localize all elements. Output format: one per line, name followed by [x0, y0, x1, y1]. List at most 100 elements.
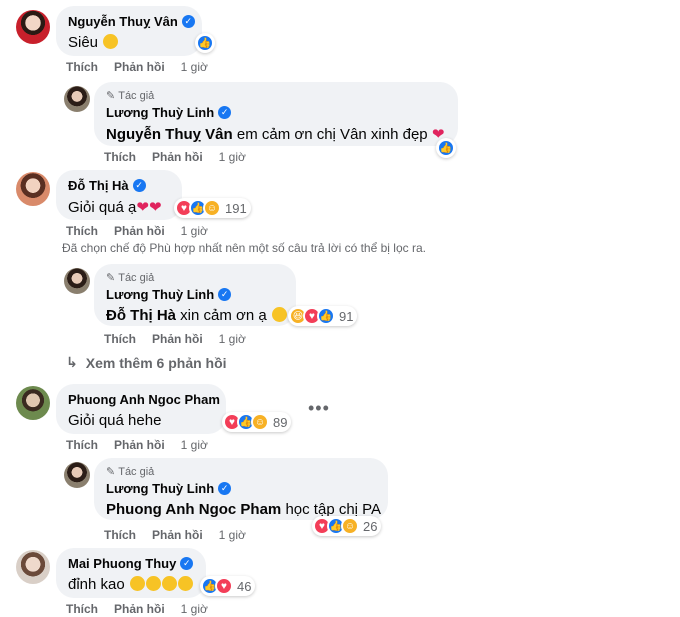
- comment-text: Giỏi quá ạ❤❤: [68, 199, 162, 216]
- comment-time[interactable]: 1 giờ: [219, 332, 246, 346]
- verified-badge-icon: ✓: [218, 482, 232, 495]
- commenter-name[interactable]: Đỗ Thị Hà ✓: [68, 178, 146, 193]
- comment-actions: Thích Phản hồi 1 giờ: [66, 438, 208, 452]
- reaction-count: 191: [225, 200, 247, 216]
- author-badge: ✎ Tác giả: [106, 465, 155, 479]
- commenter-name[interactable]: Mai Phuong Thuy ✓: [68, 556, 194, 571]
- like-button[interactable]: Thích: [66, 60, 98, 74]
- reaction-summary[interactable]: 👍: [195, 33, 215, 53]
- like-button[interactable]: Thích: [104, 332, 136, 346]
- emoji-smiling-hearts-icon: [103, 34, 119, 49]
- care-reaction-icon: ☺: [251, 413, 269, 431]
- comment-time[interactable]: 1 giờ: [181, 438, 208, 452]
- emoji-heart-eyes-icon: [161, 576, 177, 591]
- reply-arrow-icon: ↳: [66, 354, 78, 370]
- avatar[interactable]: [64, 86, 90, 112]
- reaction-count: 91: [339, 308, 354, 324]
- like-button[interactable]: Thích: [104, 528, 136, 542]
- comment-text: Nguyễn Thuỵ Vân em cảm ơn chị Vân xinh đ…: [106, 126, 445, 143]
- reply-button[interactable]: Phản hồi: [152, 332, 203, 346]
- reaction-summary[interactable]: 👍: [436, 138, 456, 158]
- comment-time[interactable]: 1 giờ: [181, 602, 208, 616]
- like-reaction-icon: 👍: [437, 139, 455, 157]
- comment-time[interactable]: 1 giờ: [219, 150, 246, 164]
- avatar[interactable]: [16, 386, 50, 420]
- mention-tag[interactable]: Phuong Anh Ngoc Pham: [106, 501, 281, 518]
- reaction-summary[interactable]: 👍 ♥ 46: [200, 576, 256, 596]
- heart-emoji-icon: ❤: [148, 199, 162, 216]
- like-button[interactable]: Thích: [66, 438, 98, 452]
- reaction-summary[interactable]: ♥ 👍 ☺ 89: [222, 412, 292, 432]
- commenter-name[interactable]: Phuong Anh Ngoc Pham: [68, 392, 220, 407]
- author-badge: ✎ Tác giả: [106, 271, 155, 285]
- care-reaction-icon: ☺: [203, 199, 221, 217]
- more-options-icon[interactable]: •••: [308, 398, 330, 419]
- reply-button[interactable]: Phản hồi: [114, 602, 165, 616]
- pencil-icon: ✎: [106, 272, 116, 284]
- commenter-name[interactable]: Nguyễn Thuỵ Vân ✓: [68, 14, 195, 29]
- reaction-count: 46: [237, 578, 252, 594]
- care-reaction-icon: ☺: [341, 517, 359, 535]
- verified-badge-icon: ✓: [218, 106, 232, 119]
- reply-button[interactable]: Phản hồi: [114, 224, 165, 238]
- reply-actions: Thích Phản hồi 1 giờ: [104, 150, 246, 164]
- verified-badge-icon: ✓: [181, 15, 195, 28]
- commenter-name[interactable]: Lương Thuỳ Linh ✓: [106, 287, 232, 302]
- emoji-sunglasses-icon: [145, 576, 161, 591]
- author-badge: ✎ Tác giả: [106, 89, 155, 103]
- emoji-heart-eyes-icon: [271, 307, 287, 322]
- love-reaction-icon: ♥: [215, 577, 233, 595]
- commenter-name[interactable]: Lương Thuỳ Linh ✓: [106, 481, 232, 496]
- pencil-icon: ✎: [106, 466, 116, 478]
- reply-button[interactable]: Phản hồi: [152, 150, 203, 164]
- comment-actions: Thích Phản hồi 1 giờ: [66, 224, 208, 238]
- avatar[interactable]: [16, 10, 50, 44]
- commenter-name[interactable]: Lương Thuỳ Linh ✓: [106, 105, 232, 120]
- comment-time[interactable]: 1 giờ: [219, 528, 246, 542]
- emoji-sunglasses-icon: [129, 576, 145, 591]
- reply-bubble: ✎ Tác giả Lương Thuỳ Linh ✓ Phuong Anh Ngo…: [94, 458, 388, 520]
- reaction-summary[interactable]: ♥ 👍 ☺ 191: [174, 198, 251, 218]
- pencil-icon: ✎: [106, 90, 116, 102]
- like-button[interactable]: Thích: [66, 602, 98, 616]
- comment-time[interactable]: 1 giờ: [181, 60, 208, 74]
- like-button[interactable]: Thích: [66, 224, 98, 238]
- avatar[interactable]: [64, 462, 90, 488]
- comment-text: Đỗ Thị Hà xin cảm ơn ạ: [106, 307, 287, 324]
- reply-actions: Thích Phản hồi 1 giờ: [104, 332, 246, 346]
- avatar[interactable]: [16, 172, 50, 206]
- comment-time[interactable]: 1 giờ: [181, 224, 208, 238]
- avatar[interactable]: [64, 268, 90, 294]
- comment-bubble: Mai Phuong Thuy ✓ đỉnh kao: [56, 548, 206, 598]
- mention-tag[interactable]: Đỗ Thị Hà: [106, 307, 176, 324]
- reaction-count: 89: [273, 414, 288, 430]
- comment-text: Siêu: [68, 34, 190, 51]
- comment-bubble: Phuong Anh Ngoc Pham Giỏi quá hehe: [56, 384, 226, 434]
- reply-actions: Thích Phản hồi 1 giờ: [104, 528, 246, 542]
- comment-actions: Thích Phản hồi 1 giờ: [66, 60, 208, 74]
- comment-text: đỉnh kao: [68, 576, 194, 593]
- like-reaction-icon: 👍: [196, 34, 214, 52]
- comment-bubble: Đỗ Thị Hà ✓ Giỏi quá ạ❤❤: [56, 170, 182, 220]
- filter-notice: Đã chọn chế độ Phù hợp nhất nên một số c…: [62, 241, 426, 255]
- mention-tag[interactable]: Nguyễn Thuỵ Vân: [106, 126, 233, 143]
- reaction-summary[interactable]: 😆 ♥ 👍 91: [288, 306, 358, 326]
- emoji-heart-eyes-icon: [177, 576, 193, 591]
- reaction-summary[interactable]: ♥ 👍 ☺ 26: [312, 516, 382, 536]
- reply-button[interactable]: Phản hồi: [152, 528, 203, 542]
- avatar[interactable]: [16, 550, 50, 584]
- reply-bubble: ✎ Tác giả Lương Thuỳ Linh ✓ Đỗ Thị Hà xin …: [94, 264, 296, 326]
- reply-button[interactable]: Phản hồi: [114, 60, 165, 74]
- verified-badge-icon: ✓: [180, 557, 194, 570]
- comment-text: Giỏi quá hehe: [68, 412, 162, 429]
- like-button[interactable]: Thích: [104, 150, 136, 164]
- reply-bubble: ✎ Tác giả Lương Thuỳ Linh ✓ Nguyễn Thuỵ Vâ…: [94, 82, 458, 146]
- see-more-replies-link[interactable]: ↳ Xem thêm 6 phản hồi: [66, 354, 227, 371]
- like-reaction-icon: 👍: [317, 307, 335, 325]
- verified-badge-icon: ✓: [132, 179, 146, 192]
- heart-emoji-icon: ❤: [136, 199, 149, 216]
- comment-bubble: Nguyễn Thuỵ Vân ✓ Siêu: [56, 6, 202, 56]
- verified-badge-icon: ✓: [218, 288, 232, 301]
- reply-button[interactable]: Phản hồi: [114, 438, 165, 452]
- comment-actions: Thích Phản hồi 1 giờ: [66, 602, 208, 616]
